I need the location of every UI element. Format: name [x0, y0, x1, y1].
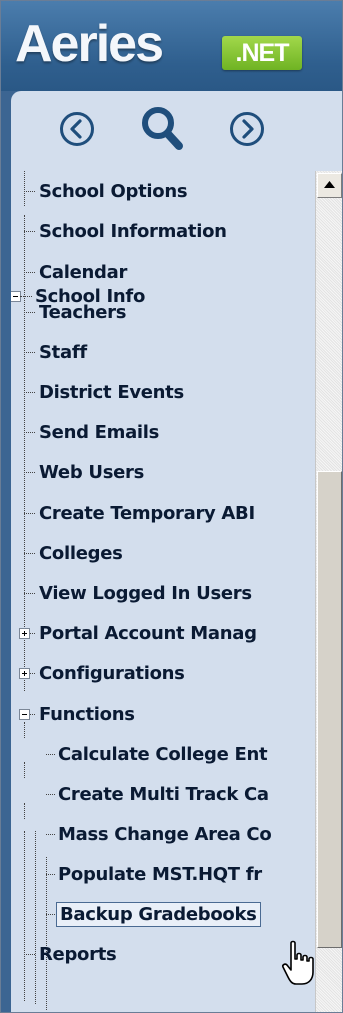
aeries-logo: Aeries .NET: [1, 1, 342, 91]
tree-item-staff[interactable]: Staff: [11, 332, 315, 372]
tree-line: [46, 874, 55, 875]
tree-item-web-users[interactable]: Web Users: [11, 452, 315, 492]
tree-line: [24, 392, 35, 393]
navigation-toolbar: [11, 91, 342, 171]
tree-line: [24, 432, 35, 433]
tree-item-configurations[interactable]: Configurations: [11, 653, 315, 693]
navigation-panel: School Info School Options School Inform…: [11, 91, 342, 1012]
forward-button[interactable]: [229, 111, 265, 147]
logo-text: Aeries: [15, 15, 164, 73]
tree-subitem-label[interactable]: Create Multi Track Ca: [58, 784, 269, 805]
tree-item-create-temporary-abi[interactable]: Create Temporary ABI: [11, 493, 315, 533]
tree-item-school-information[interactable]: School Information: [11, 211, 315, 251]
tree-item-label[interactable]: Calendar: [39, 262, 127, 283]
tree-line: [24, 593, 35, 594]
tree-line: [24, 954, 35, 955]
circle-chevron-left-icon: [60, 112, 94, 146]
expand-toggle[interactable]: [19, 628, 30, 639]
tree-subitem-label-selected[interactable]: Backup Gradebooks: [56, 902, 261, 927]
tree-item-label[interactable]: Web Users: [39, 462, 144, 483]
tree-subitem-backup-gradebooks[interactable]: Backup Gradebooks: [11, 894, 315, 934]
tree-line: [24, 553, 35, 554]
tree-line: [30, 673, 35, 674]
scroll-up-button[interactable]: [317, 173, 342, 198]
circle-chevron-right-icon: [230, 112, 264, 146]
tree-line: [24, 312, 35, 313]
tree-item-label[interactable]: Teachers: [39, 302, 126, 323]
app-frame: Aeries .NET School Info School Options S…: [0, 0, 343, 1013]
tree-line: [24, 231, 35, 232]
triangle-up-icon: [324, 181, 335, 188]
tree-subitem-label[interactable]: Populate MST.HQT fr: [58, 864, 262, 885]
tree-line: [24, 272, 35, 273]
hand-pointer-cursor-icon: [282, 940, 314, 985]
tree-line: [24, 513, 35, 514]
tree-item-label[interactable]: Portal Account Manag: [39, 623, 257, 644]
collapse-toggle[interactable]: [19, 709, 30, 720]
net-badge: .NET: [222, 36, 302, 70]
tree-line: [46, 914, 55, 915]
tree-item-calendar[interactable]: Calendar: [11, 252, 315, 292]
tree-item-view-logged-in-users[interactable]: View Logged In Users: [11, 573, 315, 613]
navigation-tree: School Info School Options School Inform…: [11, 171, 315, 1012]
tree-item-district-events[interactable]: District Events: [11, 372, 315, 412]
tree-item-label[interactable]: Send Emails: [39, 422, 159, 443]
tree-line: [24, 191, 35, 192]
tree-item-colleges[interactable]: Colleges: [11, 533, 315, 573]
tree-item-label[interactable]: Colleges: [39, 543, 123, 564]
tree-item-functions[interactable]: Functions: [11, 694, 315, 734]
scroll-thumb[interactable]: [317, 471, 342, 948]
tree-item-label[interactable]: School Information: [39, 221, 227, 242]
magnifier-icon: [142, 107, 183, 150]
tree-line: [46, 834, 55, 835]
tree-line: [24, 472, 35, 473]
tree-item-teachers[interactable]: Teachers: [11, 292, 315, 332]
tree-subitem-calculate-college-ent[interactable]: Calculate College Ent: [11, 734, 315, 774]
tree-item-send-emails[interactable]: Send Emails: [11, 412, 315, 452]
tree-line: [30, 633, 35, 634]
tree-item-label[interactable]: Staff: [39, 342, 87, 363]
tree-item-reports[interactable]: Reports: [11, 934, 315, 974]
tree-item-portal-account-manag[interactable]: Portal Account Manag: [11, 613, 315, 653]
tree-item-label[interactable]: Create Temporary ABI: [39, 503, 255, 524]
tree-subitem-label[interactable]: Mass Change Area Co: [58, 824, 272, 845]
tree-item-label[interactable]: Configurations: [39, 663, 185, 684]
tree-item-label[interactable]: School Options: [39, 181, 188, 202]
expand-toggle[interactable]: [19, 668, 30, 679]
tree-subitem-populate-mst-hqt[interactable]: Populate MST.HQT fr: [11, 854, 315, 894]
tree-line: [46, 794, 55, 795]
tree-item-label[interactable]: Functions: [39, 704, 135, 725]
tree-line: [30, 714, 35, 715]
tree-line: [24, 352, 35, 353]
back-button[interactable]: [59, 111, 95, 147]
tree-item-school-options[interactable]: School Options: [11, 171, 315, 211]
tree-subitem-label[interactable]: Calculate College Ent: [58, 744, 268, 765]
tree-item-label[interactable]: District Events: [39, 382, 184, 403]
tree-subitem-create-multi-track-ca[interactable]: Create Multi Track Ca: [11, 774, 315, 814]
tree-line: [46, 754, 55, 755]
tree-scrollbar[interactable]: [315, 171, 342, 1012]
tree-item-label[interactable]: View Logged In Users: [39, 583, 252, 604]
tree-subitem-mass-change-area-co[interactable]: Mass Change Area Co: [11, 814, 315, 854]
tree-item-label[interactable]: Reports: [39, 944, 117, 965]
search-button[interactable]: [138, 103, 188, 155]
